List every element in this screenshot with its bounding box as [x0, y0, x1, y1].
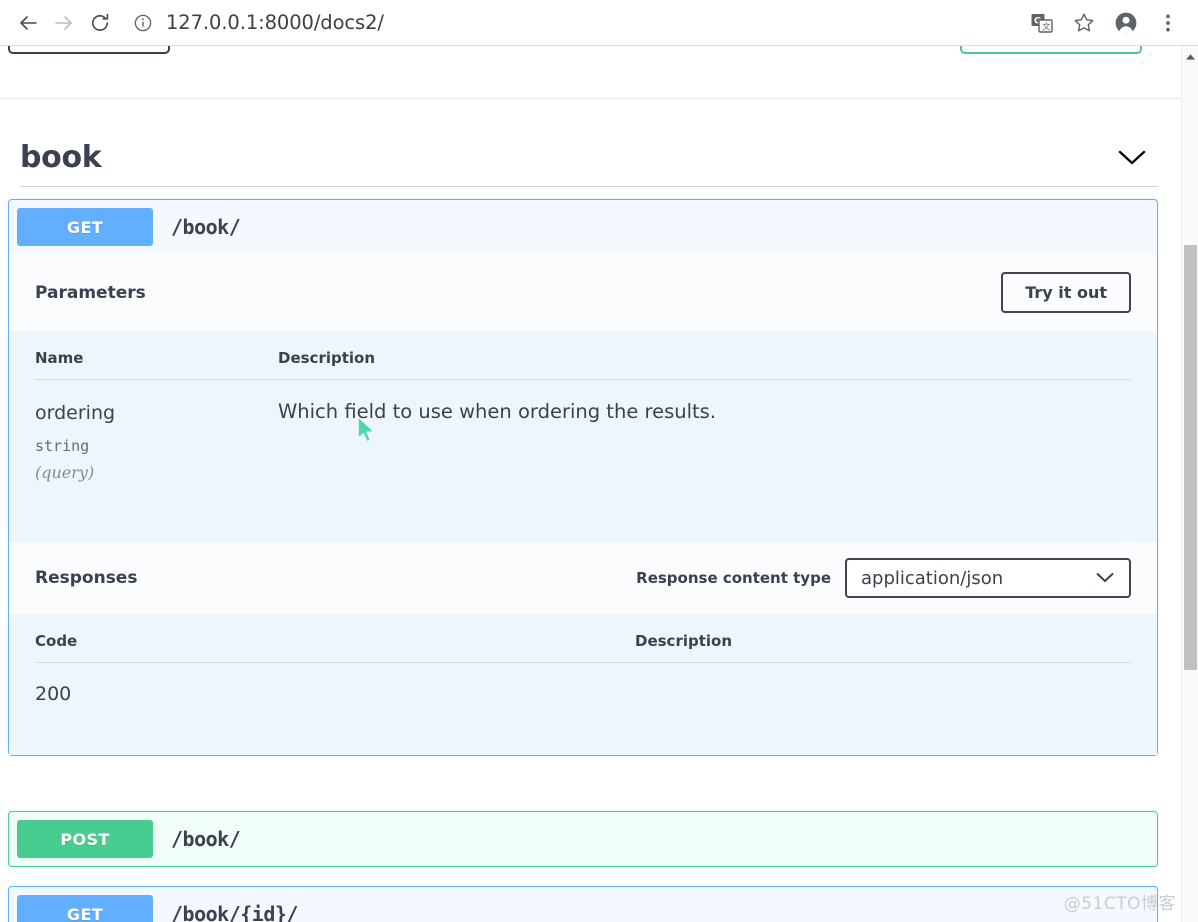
triangle-up-icon: [1185, 54, 1195, 60]
operation-path: /book/: [171, 215, 241, 239]
chrome-menu-icon: [1166, 14, 1170, 31]
chevron-down-icon: [1095, 568, 1115, 589]
url-text: 127.0.0.1:8000/docs2/: [166, 11, 384, 34]
operation-summary-get-book[interactable]: GET /book/: [9, 200, 1157, 254]
operation-body-get-book: Parameters Try it out Name Description o…: [9, 254, 1157, 756]
response-code: 200: [35, 683, 72, 706]
parameters-table-header-row: Name Description: [35, 331, 1131, 380]
parameter-location: (query): [35, 463, 95, 483]
page-viewport: book GET /book/ Parameters Try it out Na…: [0, 46, 1198, 922]
page-title: book: [20, 139, 102, 175]
parameter-name-cell: ordering string (query): [35, 380, 278, 483]
response-content-type-control: Response content type application/json: [636, 558, 1131, 599]
scrolled-off-operation-box: [960, 46, 1142, 54]
operation-get-book-id[interactable]: GET /book/{id}/: [8, 886, 1158, 922]
responses-table-wrap: Code Description 200: [9, 614, 1157, 756]
column-header-response-description: Description: [635, 614, 1131, 664]
parameter-type: string: [35, 436, 90, 455]
response-code-cell: 200: [35, 663, 635, 706]
address-bar[interactable]: 127.0.0.1:8000/docs2/: [124, 6, 1016, 40]
operation-summary-get-book-id[interactable]: GET /book/{id}/: [9, 887, 1157, 922]
responses-table-header-row: Code Description: [35, 614, 1131, 664]
operation-post-book[interactable]: POST /book/: [8, 811, 1158, 867]
profile-button[interactable]: [1106, 3, 1146, 43]
responses-table: Code Description 200: [35, 614, 1131, 705]
method-badge-post: POST: [17, 820, 153, 858]
responses-title: Responses: [35, 568, 138, 589]
browser-toolbar: 127.0.0.1:8000/docs2/ G 文: [0, 0, 1198, 46]
site-info-icon[interactable]: [132, 12, 154, 34]
method-badge-get: GET: [17, 208, 153, 246]
response-content-type-select[interactable]: application/json: [845, 558, 1131, 599]
operation-path: /book/{id}/: [171, 902, 298, 922]
bookmark-star-icon: [1074, 12, 1094, 31]
bookmark-button[interactable]: [1064, 3, 1104, 43]
method-badge-get: GET: [17, 895, 153, 922]
response-content-type-label: Response content type: [636, 569, 831, 588]
response-content-type-value: application/json: [861, 567, 1004, 589]
scrollbar-thumb[interactable]: [1184, 245, 1197, 670]
response-description-cell: [635, 663, 1131, 706]
parameter-description-cell: Which field to use when ordering the res…: [278, 380, 1131, 483]
reload-icon: [92, 13, 109, 31]
operation-get-book: GET /book/ Parameters Try it out Name De…: [8, 199, 1158, 757]
table-row: ordering string (query) Which field to u…: [35, 380, 1131, 483]
back-arrow-icon: [20, 15, 37, 30]
forward-button[interactable]: [46, 5, 82, 41]
column-header-code: Code: [35, 614, 635, 664]
table-row: 200: [35, 663, 1131, 706]
parameter-description: Which field to use when ordering the res…: [278, 400, 717, 423]
forward-arrow-icon: [55, 15, 72, 30]
tag-header-rule: [20, 186, 1158, 187]
back-button[interactable]: [10, 5, 46, 41]
parameter-name: ordering: [35, 402, 116, 424]
scrollbar-up-arrow[interactable]: [1182, 49, 1198, 65]
browser-toolbar-actions: G 文: [1022, 3, 1188, 43]
try-it-out-button[interactable]: Try it out: [1001, 272, 1131, 313]
page-scrollbar[interactable]: [1181, 46, 1198, 922]
profile-avatar-icon: [1115, 12, 1137, 33]
operation-summary-post-book[interactable]: POST /book/: [9, 812, 1157, 866]
tag-section-header-book[interactable]: book: [20, 122, 1160, 192]
scrolled-off-authorize-box: [8, 46, 170, 54]
responses-header: Responses Response content type applicat…: [9, 542, 1157, 615]
operation-path: /book/: [171, 827, 241, 851]
parameters-title: Parameters: [35, 282, 146, 303]
content-top-divider: [0, 98, 1198, 99]
translate-button[interactable]: G 文: [1022, 3, 1062, 43]
parameters-table: Name Description ordering string (query): [35, 331, 1131, 482]
column-header-description: Description: [278, 331, 1131, 380]
translate-icon: G 文: [1031, 13, 1053, 33]
reload-button[interactable]: [82, 5, 118, 41]
parameters-header: Parameters Try it out: [9, 254, 1157, 331]
column-header-name: Name: [35, 331, 278, 380]
chrome-menu-button[interactable]: [1148, 3, 1188, 43]
parameters-table-wrap: Name Description ordering string (query): [9, 331, 1157, 543]
chevron-down-icon[interactable]: [1116, 147, 1160, 167]
svg-text:文: 文: [1042, 21, 1051, 32]
